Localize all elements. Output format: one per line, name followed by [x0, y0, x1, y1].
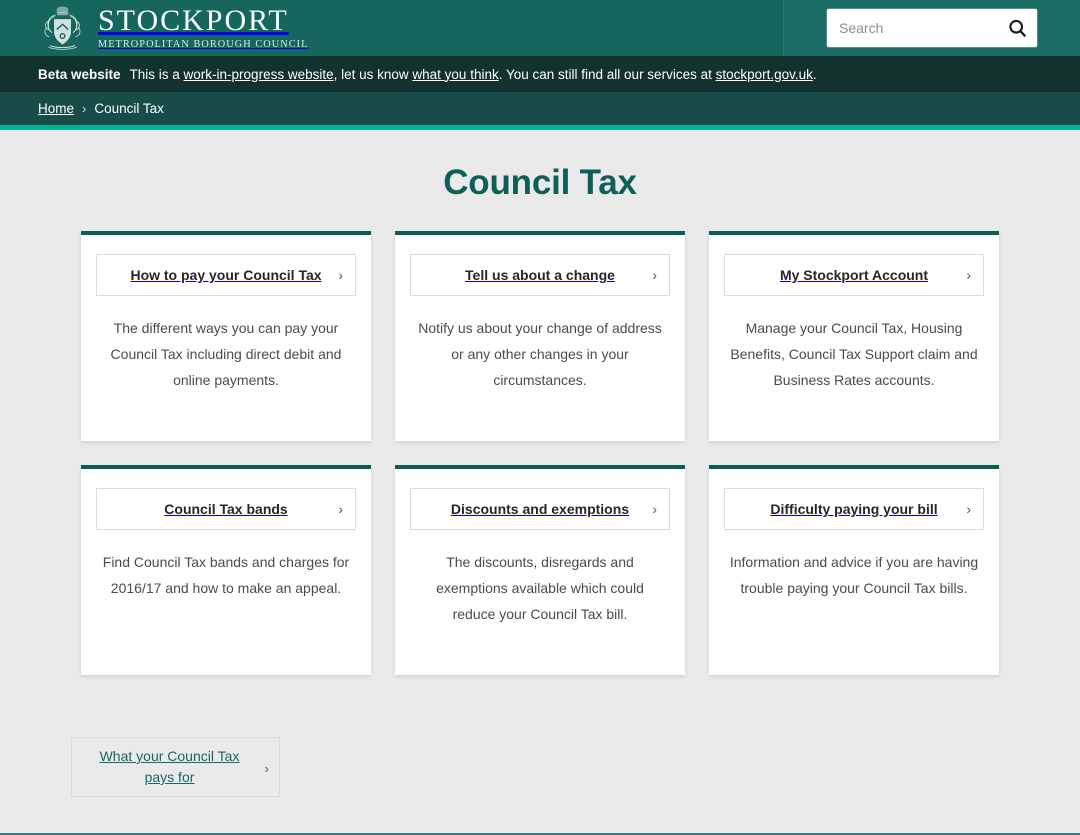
beta-text-3: . You can still find all our services at — [498, 66, 716, 82]
card-description: The discounts, disregards and exemptions… — [436, 554, 644, 622]
card-description: The different ways you can pay your Coun… — [110, 320, 342, 388]
card-link-tell-us-about-a-change[interactable]: Tell us about a change › — [410, 254, 670, 296]
breadcrumb-separator-icon: › — [82, 101, 87, 116]
link-what-your-council-tax-pays-for[interactable]: What your Council Tax pays for › — [71, 737, 280, 797]
beta-text-1: This is a — [129, 66, 184, 82]
card-description: Manage your Council Tax, Housing Benefit… — [730, 320, 978, 388]
site-logo-link[interactable]: STOCKPORT METROPOLITAN BOROUGH COUNCIL — [38, 5, 309, 52]
chevron-right-icon: › — [652, 501, 657, 517]
card-link-how-to-pay[interactable]: How to pay your Council Tax › — [96, 254, 356, 296]
card-my-stockport-account: My Stockport Account › Manage your Counc… — [709, 231, 999, 441]
brand-wordmark: STOCKPORT METROPOLITAN BOROUGH COUNCIL — [98, 3, 309, 50]
header-search-panel — [783, 0, 1080, 56]
card-difficulty-paying-your-bill: Difficulty paying your bill › Informatio… — [709, 465, 999, 675]
site-header: STOCKPORT METROPOLITAN BOROUGH COUNCIL — [0, 0, 1080, 56]
beta-label: Beta website — [38, 66, 121, 82]
search-submit-button[interactable] — [1001, 12, 1033, 44]
beta-link-feedback[interactable]: what you think — [412, 67, 498, 82]
card-link-difficulty-paying-your-bill[interactable]: Difficulty paying your bill › — [724, 488, 984, 530]
card-grid: How to pay your Council Tax › The differ… — [0, 231, 1080, 675]
card-council-tax-bands: Council Tax bands › Find Council Tax ban… — [81, 465, 371, 675]
search-icon — [1008, 19, 1026, 37]
card-description: Find Council Tax bands and charges for 2… — [102, 554, 350, 596]
card-description: Information and advice if you are having… — [729, 554, 979, 596]
breadcrumb-item-current: Council Tax — [94, 101, 164, 116]
beta-text-2: , let us know — [333, 66, 413, 82]
chevron-right-icon: › — [966, 501, 971, 517]
breadcrumb-item-home[interactable]: Home — [38, 101, 74, 116]
card-link-my-stockport-account[interactable]: My Stockport Account › — [724, 254, 984, 296]
chevron-right-icon: › — [966, 267, 971, 283]
card-discounts-and-exemptions: Discounts and exemptions › The discounts… — [395, 465, 685, 675]
main-content: Council Tax How to pay your Council Tax … — [0, 130, 1080, 835]
beta-text-4: . — [812, 66, 817, 82]
coat-of-arms-crest-icon — [44, 6, 81, 50]
card-description: Notify us about your change of address o… — [418, 320, 662, 388]
search-box[interactable] — [827, 9, 1058, 47]
chevron-right-icon: › — [264, 761, 269, 776]
chevron-right-icon: › — [652, 267, 657, 283]
card-link-council-tax-bands[interactable]: Council Tax bands › — [96, 488, 356, 530]
card-label: Discounts and exemptions — [450, 500, 630, 517]
footer-link-row: What your Council Tax pays for › — [0, 737, 1080, 797]
beta-link-work-in-progress[interactable]: work-in-progress website — [184, 67, 334, 82]
page-title: Council Tax — [443, 163, 637, 202]
card-label: How to pay your Council Tax — [130, 266, 322, 283]
card-label: Tell us about a change — [465, 266, 615, 283]
card-label: My Stockport Account — [779, 266, 929, 283]
card-label: Council Tax bands — [164, 500, 288, 517]
footer-link-label: What your Council Tax pays for — [99, 748, 240, 785]
brand-subtitle: METROPOLITAN BOROUGH COUNCIL — [98, 38, 309, 50]
beta-link-stockport-gov-uk[interactable]: stockport.gov.uk — [716, 67, 813, 82]
card-label: Difficulty paying your bill — [770, 500, 938, 517]
chevron-right-icon: › — [338, 501, 343, 517]
breadcrumb: Home › Council Tax — [0, 92, 1080, 125]
beta-banner: Beta website This is a work-in-progress … — [0, 56, 1080, 92]
card-link-discounts-and-exemptions[interactable]: Discounts and exemptions › — [410, 488, 670, 530]
card-how-to-pay: How to pay your Council Tax › The differ… — [81, 231, 371, 441]
chevron-right-icon: › — [338, 267, 343, 283]
brand-name: STOCKPORT — [98, 3, 289, 37]
card-tell-us-about-a-change: Tell us about a change › Notify us about… — [395, 231, 685, 441]
beta-message: This is a work-in-progress website, let … — [130, 67, 817, 82]
